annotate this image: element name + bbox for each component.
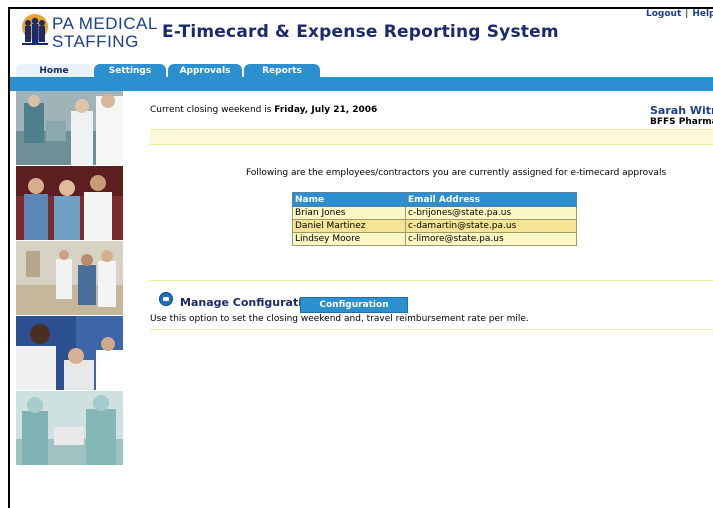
employee-name-cell: Lindsey Moore bbox=[292, 232, 406, 246]
doctor-patient-photo bbox=[16, 316, 123, 390]
configuration-folder-icon bbox=[159, 292, 173, 306]
section-divider bbox=[150, 329, 713, 330]
side-photo-column bbox=[16, 91, 123, 466]
employee-name-cell: Daniel Martinez bbox=[292, 219, 406, 233]
pa-medical-staffing-logo: PA MEDICAL STAFFING bbox=[20, 13, 158, 53]
closing-weekend-text: Current closing weekend is Friday, July … bbox=[150, 105, 377, 115]
employee-email-cell: c-brijones@state.pa.us bbox=[405, 206, 577, 220]
user-name: Sarah Witmer bbox=[650, 104, 713, 117]
logout-link[interactable]: Logout bbox=[646, 9, 681, 19]
app-window: PA MEDICAL STAFFING E-Timecard & Expense… bbox=[8, 7, 713, 508]
employee-email-cell: c-damartin@state.pa.us bbox=[405, 219, 577, 233]
closing-date: Friday, July 21, 2006 bbox=[274, 105, 378, 115]
column-header-name: Name bbox=[292, 192, 406, 207]
logo-people-icon bbox=[22, 14, 48, 45]
user-department: BFFS Pharmacy bbox=[650, 117, 713, 127]
employee-email-cell: c-limore@state.pa.us bbox=[405, 232, 577, 246]
assigned-employees-table: Name Email Address Brian Jones c-brijone… bbox=[292, 192, 577, 246]
app-title: E-Timecard & Expense Reporting System bbox=[162, 22, 559, 42]
nav-tabs: Home Settings Approvals Reports bbox=[16, 64, 713, 79]
table-row: Lindsey Moore c-limore@state.pa.us bbox=[292, 232, 577, 246]
closing-prefix: Current closing weekend is bbox=[150, 105, 272, 115]
help-link[interactable]: Help bbox=[692, 9, 713, 19]
divider-band bbox=[150, 129, 713, 145]
top-links: Logout |Help bbox=[646, 9, 713, 19]
operating-room-photo bbox=[16, 391, 123, 465]
hospital-room-photo bbox=[16, 241, 123, 315]
manage-configuration-description: Use this option to set the closing weeke… bbox=[150, 314, 529, 324]
top-links-separator: | bbox=[685, 9, 689, 19]
surgery-team-photo bbox=[16, 91, 123, 165]
table-header-row: Name Email Address bbox=[292, 192, 577, 207]
logo-text-line1: PA MEDICAL bbox=[52, 14, 158, 33]
table-row: Brian Jones c-brijones@state.pa.us bbox=[292, 206, 577, 220]
logo-text-line2: STAFFING bbox=[52, 32, 139, 51]
column-header-email: Email Address bbox=[405, 192, 577, 207]
assignment-intro-text: Following are the employees/contractors … bbox=[246, 168, 667, 178]
configuration-button[interactable]: Configuration bbox=[300, 297, 408, 313]
nav-bar-strip bbox=[10, 77, 713, 91]
table-row: Daniel Martinez c-damartin@state.pa.us bbox=[292, 219, 577, 233]
section-divider bbox=[150, 280, 713, 281]
employee-name-cell: Brian Jones bbox=[292, 206, 406, 220]
medical-staff-photo bbox=[16, 166, 123, 240]
